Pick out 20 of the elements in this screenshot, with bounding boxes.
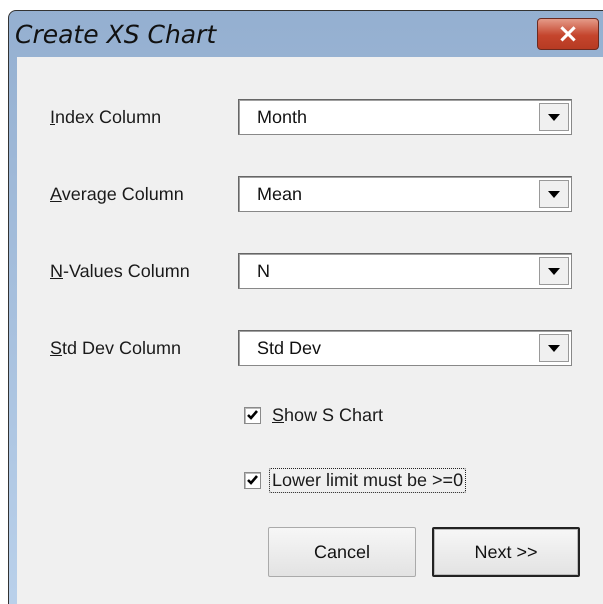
field-label: Index Column [50, 106, 162, 128]
cancel-button[interactable]: Cancel [268, 527, 416, 577]
dropdown-field[interactable]: Std Dev [238, 330, 572, 366]
checkbox-label[interactable]: Show S Chart [269, 402, 386, 428]
checkbox-label[interactable]: Lower limit must be >=0 [269, 468, 466, 492]
field-label: Average Column [50, 184, 185, 204]
dropdown-arrow-icon [548, 344, 560, 352]
field-label: N-Values Column [50, 260, 191, 282]
dropdown-arrow-icon [548, 190, 560, 198]
dropdown-field[interactable]: Month [238, 99, 572, 135]
checkbox[interactable] [244, 472, 261, 488]
dropdown-arrow-icon [548, 268, 560, 274]
dropdown-field[interactable]: N [238, 253, 572, 289]
field-label: Std Dev Column [50, 338, 182, 358]
close-button[interactable]: × [537, 18, 599, 50]
next-button[interactable]: Next >> [432, 527, 580, 577]
dropdown-field[interactable]: Mean [238, 176, 572, 212]
checkbox[interactable] [244, 406, 261, 424]
dropdown-arrow-icon [548, 114, 560, 120]
window-title: Create XS Chart [15, 20, 216, 48]
